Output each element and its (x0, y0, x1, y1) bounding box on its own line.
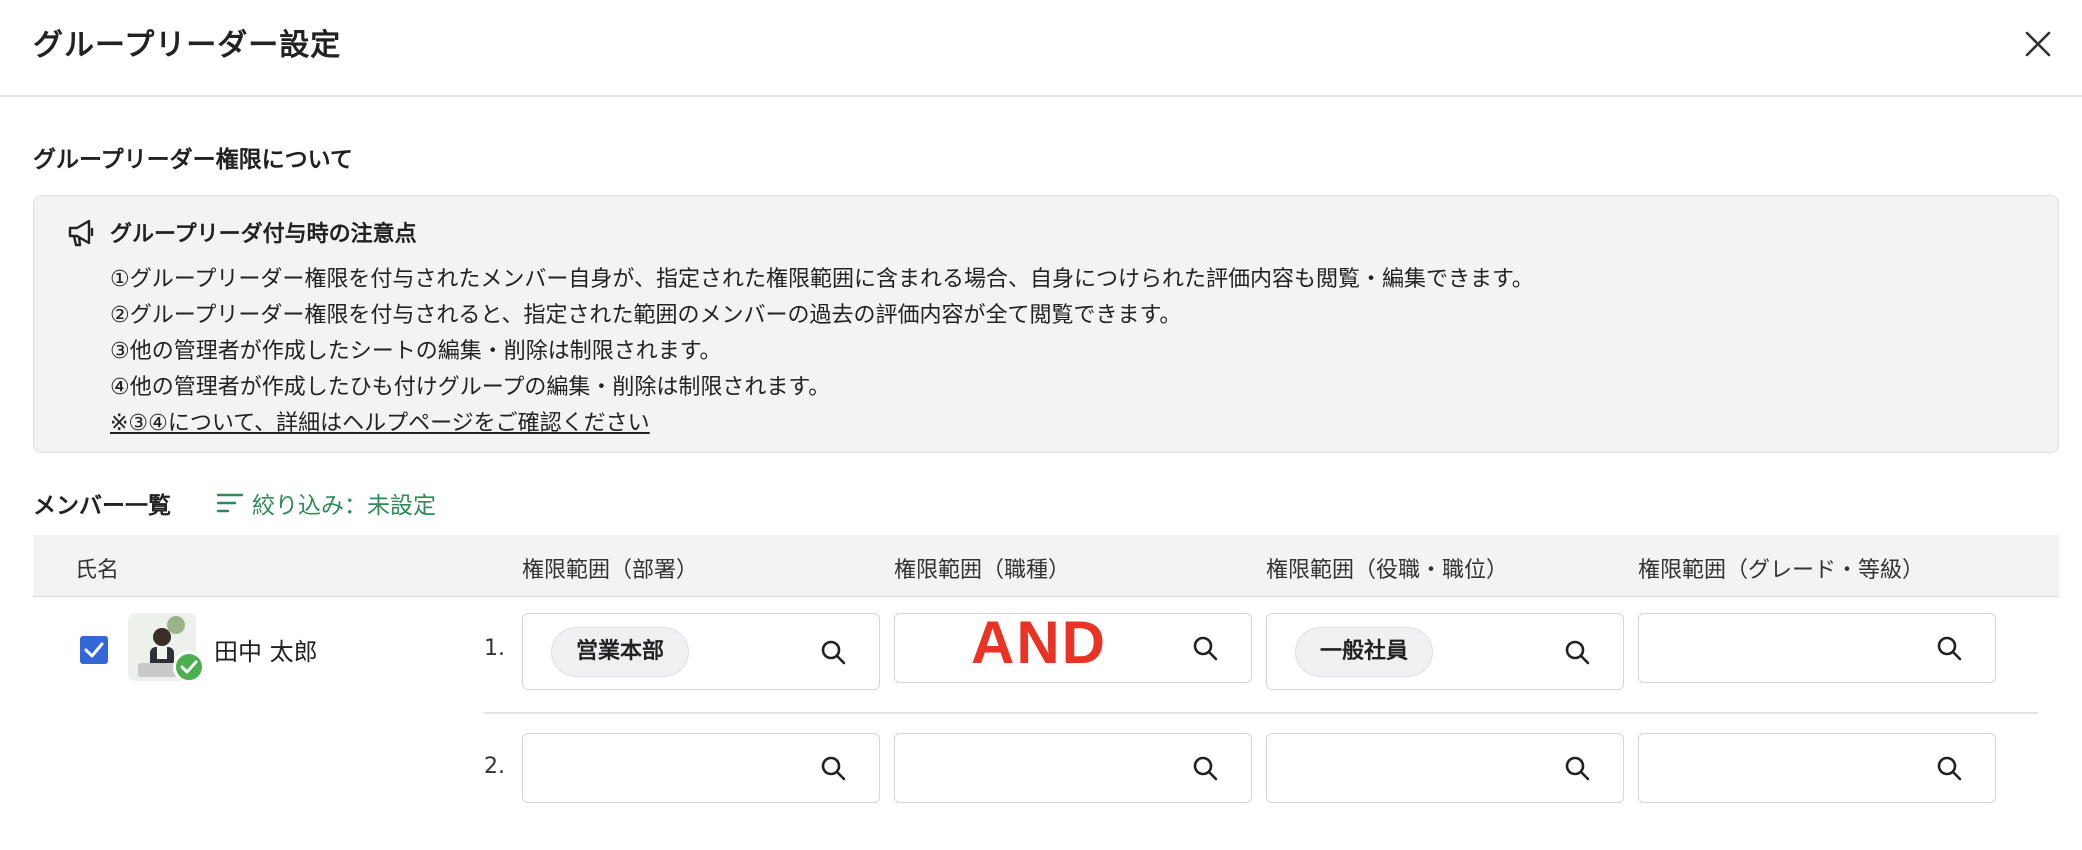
notice-line-2: ②グループリーダー権限を付与されると、指定された範囲のメンバーの過去の評価内容が… (110, 303, 1182, 328)
member-checkbox[interactable] (80, 636, 108, 664)
department-field[interactable] (522, 733, 880, 803)
column-header-job-type: 権限範囲（職種） (894, 558, 1071, 583)
search-icon[interactable] (1935, 634, 1963, 662)
notice-box: グループリーダ付与時の注意点 ①グループリーダー権限を付与されたメンバー自身が、… (33, 195, 2059, 453)
search-icon[interactable] (1935, 754, 1963, 782)
row-divider (484, 712, 2038, 714)
column-header-name: 氏名 (75, 558, 120, 583)
and-annotation: AND (971, 609, 1107, 676)
column-header-department: 権限範囲（部署） (522, 558, 699, 583)
department-field[interactable]: 営業本部 (522, 613, 880, 690)
column-header-position: 権限範囲（役職・職位） (1266, 558, 1509, 583)
grade-field[interactable] (1638, 613, 1996, 683)
megaphone-icon (68, 219, 94, 247)
filter-label: 絞り込み：未設定 (252, 493, 436, 519)
search-icon[interactable] (1563, 754, 1591, 782)
job-type-field[interactable] (894, 733, 1252, 803)
search-icon[interactable] (1563, 638, 1591, 666)
member-name: 田中 太郎 (214, 638, 318, 666)
position-chip[interactable]: 一般社員 (1295, 627, 1434, 677)
scope-row-number: 2. (484, 754, 505, 779)
grade-field[interactable] (1638, 733, 1996, 803)
table-header: 氏名 権限範囲（部署） 権限範囲（職種） 権限範囲（役職・職位） 権限範囲（グレ… (33, 535, 2059, 597)
help-page-link[interactable]: ※③④について、詳細はヘルプページをご確認ください (110, 405, 650, 437)
search-icon[interactable] (819, 754, 847, 782)
verified-check-icon (173, 651, 205, 683)
position-field[interactable] (1266, 733, 1624, 803)
position-field[interactable]: 一般社員 (1266, 613, 1624, 690)
filter-button[interactable]: 絞り込み：未設定 (216, 486, 436, 520)
notice-title: グループリーダ付与時の注意点 (110, 222, 417, 247)
search-icon[interactable] (819, 638, 847, 666)
filter-icon (216, 493, 244, 513)
dialog-header: グループリーダー設定 (0, 0, 2082, 97)
search-icon[interactable] (1191, 754, 1219, 782)
notice-line-1: ①グループリーダー権限を付与されたメンバー自身が、指定された権限範囲に含まれる場… (110, 267, 1534, 292)
notice-line-3: ③他の管理者が作成したシートの編集・削除は制限されます。 (110, 339, 722, 364)
close-button[interactable] (2018, 24, 2058, 64)
scope-row-number: 1. (484, 636, 505, 661)
notice-line-4: ④他の管理者が作成したひも付けグループの編集・削除は制限されます。 (110, 375, 831, 400)
job-type-field[interactable]: AND (894, 609, 1252, 683)
search-icon[interactable] (1191, 634, 1219, 662)
dialog-title: グループリーダー設定 (33, 28, 342, 63)
members-title: メンバー一覧 (33, 493, 171, 519)
section-title: グループリーダー権限について (33, 147, 353, 173)
close-icon (2025, 31, 2051, 57)
checkmark-icon (84, 642, 104, 658)
column-header-grade: 権限範囲（グレード・等級） (1638, 558, 1925, 583)
department-chip[interactable]: 営業本部 (551, 627, 690, 677)
